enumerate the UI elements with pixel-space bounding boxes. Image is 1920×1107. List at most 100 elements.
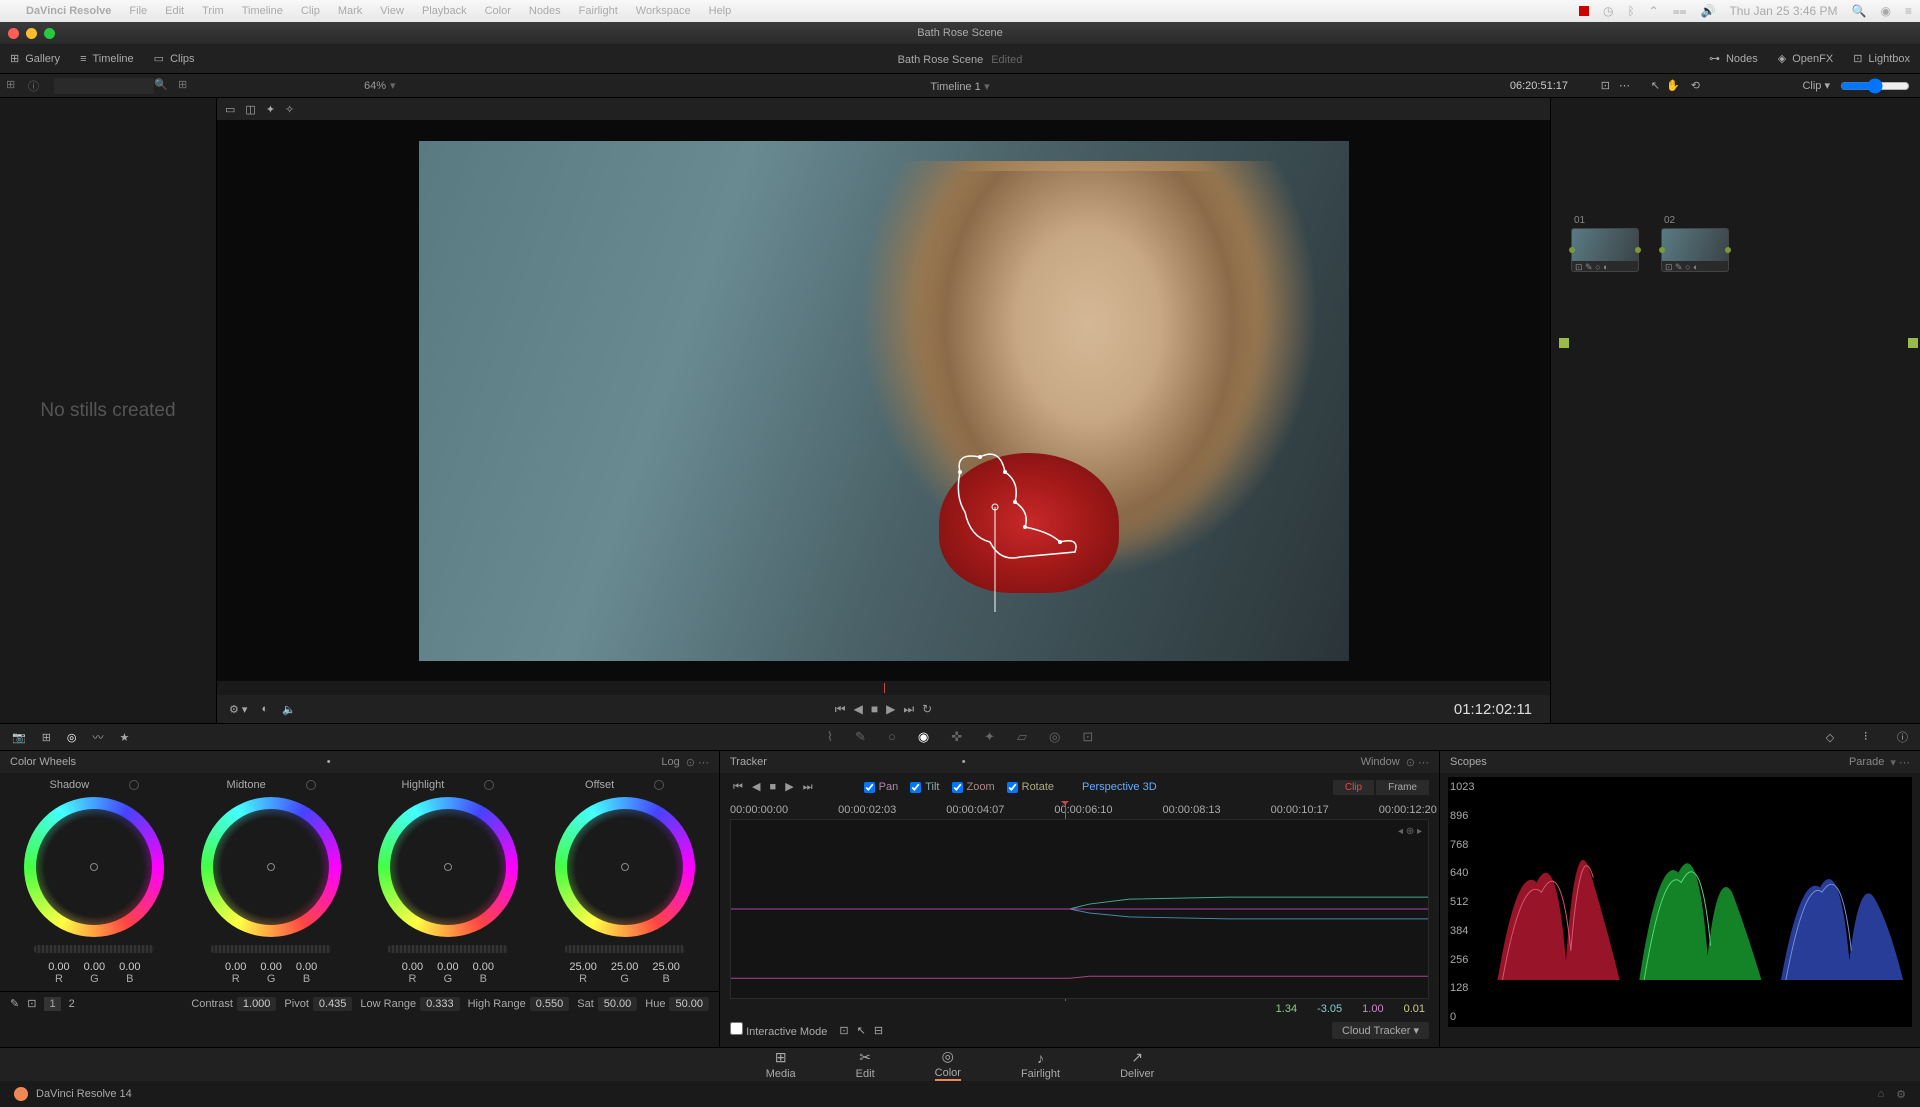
viewer-menu-icon[interactable]: ⋯ bbox=[1619, 79, 1630, 92]
close-button[interactable] bbox=[8, 28, 19, 39]
jog-wheel-2[interactable] bbox=[388, 945, 508, 953]
loop-button[interactable]: ↻ bbox=[922, 702, 932, 717]
grid-icon[interactable]: ⊞ bbox=[178, 78, 194, 94]
wheel-reset-2[interactable] bbox=[484, 780, 494, 790]
menu-edit[interactable]: Edit bbox=[165, 5, 184, 17]
tracker-ruler[interactable]: 00:00:00:0000:00:02:0300:00:04:0700:00:0… bbox=[720, 801, 1439, 819]
jog-wheel-1[interactable] bbox=[211, 945, 331, 953]
settings-icon[interactable]: ⚙ bbox=[1896, 1088, 1906, 1101]
overlay-icon[interactable]: ▭ bbox=[225, 103, 235, 116]
menu-view[interactable]: View bbox=[380, 5, 404, 17]
hue-value[interactable]: 50.00 bbox=[669, 997, 709, 1011]
node-02[interactable]: 02 ⊡ ✎ ○ ◐ bbox=[1661, 228, 1729, 272]
tracker-graph[interactable]: ◂ ⊕ ▸ bbox=[730, 819, 1429, 999]
auto-icon[interactable]: ⊡ bbox=[27, 997, 36, 1010]
node-sel-1[interactable]: 1 bbox=[44, 997, 60, 1011]
keyframes-icon[interactable]: ◇ bbox=[1826, 731, 1834, 744]
contrast-value[interactable]: 1.000 bbox=[237, 997, 277, 1011]
gallery-toggle[interactable]: ⊞Gallery bbox=[10, 52, 60, 65]
perspective-dropdown[interactable]: Perspective 3D bbox=[1082, 781, 1157, 793]
wheel-reset-3[interactable] bbox=[654, 780, 664, 790]
wifi-icon[interactable]: ⩵ bbox=[1673, 4, 1687, 19]
wheels-icon[interactable]: ◎ bbox=[67, 731, 77, 744]
page-edit[interactable]: ✂Edit bbox=[856, 1049, 875, 1080]
play-button[interactable]: ▶ bbox=[886, 702, 895, 717]
wheel-1-val-0[interactable]: 0.00 bbox=[225, 961, 246, 973]
page-fairlight[interactable]: ♪Fairlight bbox=[1021, 1050, 1060, 1080]
gallery-search-input[interactable] bbox=[54, 78, 154, 94]
add-point-icon[interactable]: ⊡ bbox=[839, 1024, 848, 1037]
stop-button[interactable]: ■ bbox=[871, 702, 878, 717]
magic-icon[interactable]: ✦ bbox=[984, 729, 995, 745]
node-opacity-slider[interactable] bbox=[1840, 78, 1910, 94]
track-stop-button[interactable]: ■ bbox=[770, 781, 777, 793]
status-icon[interactable]: ◷ bbox=[1603, 4, 1613, 18]
timeline-toggle[interactable]: ≡Timeline bbox=[80, 53, 134, 65]
color-match-icon[interactable]: ⊞ bbox=[42, 731, 51, 744]
node-input[interactable] bbox=[1559, 338, 1569, 348]
menu-workspace[interactable]: Workspace bbox=[636, 5, 691, 17]
color-wheel-shadow[interactable] bbox=[24, 797, 164, 937]
cursor-icon[interactable]: ↖ bbox=[1651, 79, 1660, 92]
delete-point-icon[interactable]: ⊟ bbox=[874, 1024, 883, 1037]
wheel-3-val-0[interactable]: 25.00 bbox=[569, 961, 597, 973]
interactive-mode-checkbox[interactable]: Interactive Mode bbox=[730, 1022, 827, 1038]
wheel-reset-1[interactable] bbox=[306, 780, 316, 790]
highlight-icon[interactable]: ✦ bbox=[266, 103, 275, 116]
key-icon[interactable]: ◎ bbox=[1049, 729, 1060, 745]
wheel-2-val-2[interactable]: 0.00 bbox=[473, 961, 494, 973]
color-wheel-midtone[interactable] bbox=[201, 797, 341, 937]
menu-timeline[interactable]: Timeline bbox=[242, 5, 283, 17]
lightbox-toggle[interactable]: ⊡Lightbox bbox=[1853, 52, 1910, 65]
wheel-0-val-2[interactable]: 0.00 bbox=[119, 961, 140, 973]
jog-wheel-0[interactable] bbox=[34, 945, 154, 953]
wheel-1-val-2[interactable]: 0.00 bbox=[296, 961, 317, 973]
wheel-0-val-0[interactable]: 0.00 bbox=[48, 961, 69, 973]
scopes-toggle-icon[interactable]: ⫶ bbox=[1864, 731, 1867, 744]
menu-fairlight[interactable]: Fairlight bbox=[579, 5, 618, 17]
scopes-mode[interactable]: Parade bbox=[1849, 756, 1884, 768]
lowrange-value[interactable]: 0.333 bbox=[420, 997, 460, 1011]
tracker-mode[interactable]: Window bbox=[1361, 756, 1400, 768]
menu-clip[interactable]: Clip bbox=[301, 5, 320, 17]
info-toggle-icon[interactable]: ⓘ bbox=[1897, 729, 1908, 745]
openfx-toggle[interactable]: ◈OpenFX bbox=[1778, 52, 1833, 65]
minimize-button[interactable] bbox=[26, 28, 37, 39]
node-sel-2[interactable]: 2 bbox=[69, 998, 75, 1010]
clips-toggle[interactable]: ▭Clips bbox=[154, 52, 195, 65]
prev-clip-button[interactable]: ⏮ bbox=[835, 702, 846, 717]
highrange-value[interactable]: 0.550 bbox=[530, 997, 570, 1011]
viewer-options-icon[interactable]: ⊡ bbox=[1601, 79, 1610, 92]
mute-icon[interactable]: 🔈 bbox=[282, 703, 296, 716]
sat-value[interactable]: 50.00 bbox=[598, 997, 638, 1011]
window-oval-icon[interactable]: ○ bbox=[888, 729, 896, 745]
menu-trim[interactable]: Trim bbox=[202, 5, 224, 17]
split-icon[interactable]: ◫ bbox=[245, 103, 255, 116]
control-center-icon[interactable]: ◉ bbox=[1881, 4, 1891, 18]
tracker-icon[interactable]: ✜ bbox=[951, 729, 962, 745]
nodes-toggle[interactable]: ⊶Nodes bbox=[1709, 52, 1758, 65]
track-rev-all-button[interactable]: ⏮ bbox=[733, 781, 743, 793]
picker-icon[interactable]: ✎ bbox=[10, 997, 19, 1010]
star-icon[interactable]: ★ bbox=[120, 731, 130, 744]
notifications-icon[interactable]: ≡ bbox=[1905, 4, 1912, 18]
clip-selector[interactable]: Clip ▾ bbox=[1802, 79, 1830, 92]
cloud-tracker-dropdown[interactable]: Cloud Tracker ▾ bbox=[1332, 1022, 1429, 1039]
jog-wheel-3[interactable] bbox=[565, 945, 685, 953]
track-fwd-button[interactable]: ▶ bbox=[785, 781, 793, 793]
node-output[interactable] bbox=[1908, 338, 1918, 348]
page-media[interactable]: ⊞Media bbox=[766, 1049, 796, 1080]
sizing-icon[interactable]: ⊡ bbox=[1082, 729, 1093, 745]
track-fwd-all-button[interactable]: ⏭ bbox=[803, 781, 813, 793]
track-rev-button[interactable]: ◀ bbox=[752, 781, 760, 793]
frame-mode-button[interactable]: Frame bbox=[1376, 780, 1429, 795]
curves-icon[interactable]: 〰 bbox=[93, 729, 104, 745]
pan-checkbox[interactable]: Pan bbox=[864, 781, 899, 793]
menu-color[interactable]: Color bbox=[485, 5, 511, 17]
page-deliver[interactable]: ↗Deliver bbox=[1120, 1049, 1154, 1080]
wheel-3-val-2[interactable]: 25.00 bbox=[652, 961, 680, 973]
menu-nodes[interactable]: Nodes bbox=[529, 5, 561, 17]
page-color[interactable]: ◎Color bbox=[935, 1048, 961, 1081]
viewer[interactable] bbox=[217, 120, 1550, 681]
tilt-checkbox[interactable]: Tilt bbox=[910, 781, 939, 793]
